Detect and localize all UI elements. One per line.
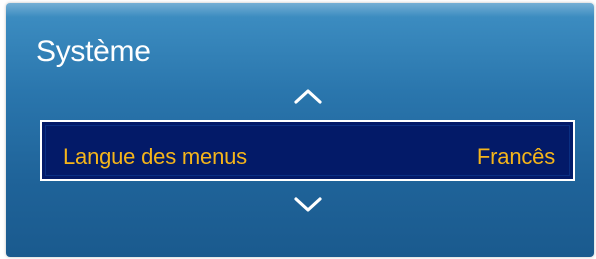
settings-panel: Système Langue des menus Francês <box>6 3 594 257</box>
menu-item-language[interactable]: Langue des menus Francês <box>40 120 575 181</box>
chevron-down-icon[interactable] <box>293 196 323 214</box>
chevron-up-icon[interactable] <box>293 87 323 105</box>
menu-item-label: Langue des menus <box>63 144 247 169</box>
menu-item-value: Francês <box>476 144 555 169</box>
menu-title: Système <box>36 35 151 68</box>
